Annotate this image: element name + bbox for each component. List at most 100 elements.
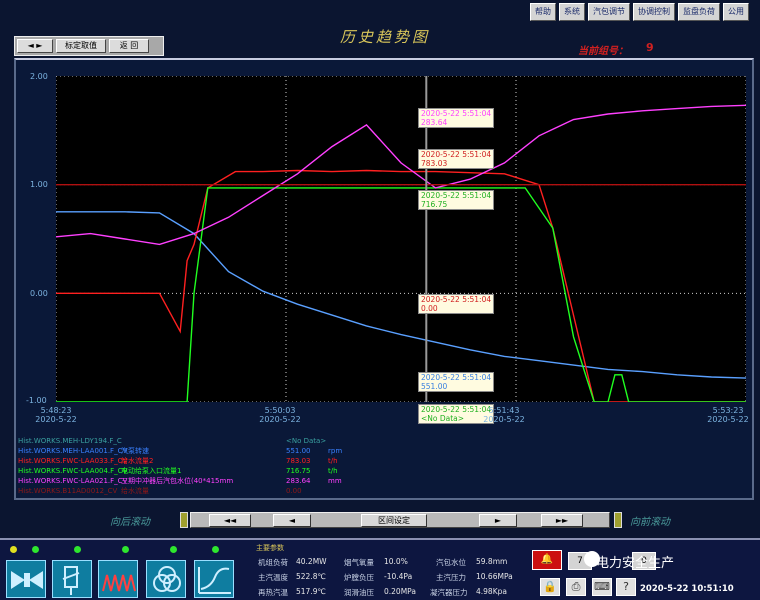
transformer-icon[interactable] bbox=[146, 560, 186, 598]
nav-arrows-button[interactable]: ◄ ► bbox=[17, 39, 53, 53]
fast-back-button[interactable]: ◄◄ bbox=[209, 514, 251, 527]
param-label: 凝汽器压力 bbox=[430, 588, 468, 597]
scroll-back-label: 向后滚动 bbox=[110, 517, 150, 528]
param-label: 炉膛负压 bbox=[344, 573, 374, 582]
legend-row[interactable]: Hist.WORKS.MEH-LAA001.F_CV 汽泵转速 551.00 r… bbox=[18, 446, 738, 456]
legend-row[interactable]: Hist.WORKS.FWC-LAA021.F_CV 三期中冲器后汽包水位(40… bbox=[18, 476, 738, 486]
callout-value: 783.03 bbox=[421, 159, 448, 168]
nav-common[interactable]: 公用 bbox=[723, 3, 749, 21]
step-forward-button[interactable]: ► bbox=[479, 514, 517, 527]
bookmark-button[interactable]: 标定取值 bbox=[56, 39, 106, 53]
turbine-icon[interactable] bbox=[6, 560, 46, 598]
step-back-button[interactable]: ◄ bbox=[273, 514, 311, 527]
status-indicator-icon bbox=[10, 546, 17, 553]
series-line bbox=[56, 211, 746, 379]
legend-desc: 给水流量2 bbox=[121, 457, 154, 465]
param-value: 522.8℃ bbox=[296, 572, 326, 581]
nav-system[interactable]: 系统 bbox=[559, 3, 585, 21]
group-label: 当前组号： bbox=[578, 46, 628, 57]
x-tick-label: 5:53:23 2020-5-22 bbox=[707, 406, 749, 424]
nav-help[interactable]: 帮助 bbox=[530, 3, 556, 21]
scroll-controls: 向后滚动 ◄◄ ◄ 区间设定 ► ►► 向前滚动 bbox=[110, 508, 690, 530]
legend-row[interactable]: Hist.WORKS.MEH-LDY194.F_C <No Data> bbox=[18, 436, 738, 446]
lock-icon[interactable]: 🔒 bbox=[540, 578, 560, 596]
series-line bbox=[56, 104, 746, 246]
param-label: 主汽压力 bbox=[436, 573, 466, 582]
y-tick-label: -1.00 bbox=[26, 396, 47, 405]
scroll-forward-label: 向前滚动 bbox=[630, 517, 670, 528]
param-label: 主汽温度 bbox=[258, 573, 288, 582]
legend-desc: 汽泵转速 bbox=[121, 447, 149, 455]
y-tick-label: 0.00 bbox=[30, 289, 48, 298]
cursor-callout: 2020-5-22 5:51:04 716.75 bbox=[418, 190, 495, 210]
param-label: 再热汽温 bbox=[258, 588, 288, 597]
x-tick-label: 5:51:43 2020-5-22 bbox=[483, 406, 525, 424]
page-title: 历史趋势图 bbox=[339, 28, 430, 46]
callout-time: 2020-5-22 5:51:04 bbox=[421, 373, 492, 382]
y-tick-label: 1.00 bbox=[30, 180, 48, 189]
nav-coordination[interactable]: 协调控制 bbox=[633, 3, 675, 21]
status-indicator-icon bbox=[122, 546, 129, 553]
back-button[interactable]: 返 回 bbox=[109, 39, 149, 53]
fast-forward-button[interactable]: ►► bbox=[541, 514, 583, 527]
param-label: 润滑油压 bbox=[344, 588, 374, 597]
param-value: -10.4Pa bbox=[384, 572, 413, 581]
legend-row[interactable]: Hist.WORKS.B11AD0012_CV 给水流量 0.00 bbox=[18, 486, 738, 496]
status-indicator-icon bbox=[32, 546, 39, 553]
legend-unit: t/h bbox=[328, 467, 338, 475]
status-indicator-icon bbox=[170, 546, 177, 553]
param-value: 40.2MW bbox=[296, 557, 327, 566]
trend-toolbar: ◄ ► 标定取值 返 回 bbox=[14, 36, 164, 56]
status-indicator-icon bbox=[74, 546, 81, 553]
param-label: 机组负荷 bbox=[258, 558, 288, 567]
legend-unit: t/h bbox=[328, 457, 338, 465]
clock: 2020-5-22 10:51:10 bbox=[640, 584, 734, 594]
range-set-button[interactable]: 区间设定 bbox=[361, 514, 427, 527]
callout-time: 2020-5-22 5:51:04 bbox=[421, 295, 492, 304]
callout-value: 0.00 bbox=[421, 304, 438, 313]
series-line bbox=[56, 187, 746, 402]
legend-row[interactable]: Hist.WORKS.FWC-LAA033.F_CV 给水流量2 783.03 … bbox=[18, 456, 738, 466]
top-nav: 帮助 系统 汽包调节 协调控制 监盘负荷 公用 bbox=[530, 3, 749, 21]
legend-value: 783.03 bbox=[286, 457, 311, 465]
callout-value: 283.64 bbox=[421, 118, 448, 127]
help-icon[interactable]: ? bbox=[616, 578, 636, 596]
trend-icon[interactable] bbox=[194, 560, 234, 598]
param-value: 517.9℃ bbox=[296, 587, 326, 596]
legend-value: 716.75 bbox=[286, 467, 311, 475]
callout-value: 551.00 bbox=[421, 382, 448, 391]
legend-unit: rpm bbox=[328, 447, 343, 455]
cursor-callout: 2020-5-22 5:51:04 0.00 bbox=[418, 294, 495, 314]
cursor-callout: 2020-5-22 5:51:04 283.64 bbox=[418, 108, 495, 128]
boiler-icon[interactable] bbox=[52, 560, 92, 598]
y-tick-label: 2.00 bbox=[30, 72, 48, 81]
params-title: 主要参数 bbox=[256, 544, 284, 552]
trend-chart bbox=[56, 76, 746, 402]
trend-plot[interactable]: 2020-5-22 5:51:04 283.64 2020-5-22 5:51:… bbox=[56, 76, 746, 424]
cursor-callout: 2020-5-22 5:51:04 783.03 bbox=[418, 149, 495, 169]
scroll-end-marker bbox=[614, 512, 622, 528]
scroll-track: ◄◄ ◄ 区间设定 ► ►► bbox=[190, 512, 610, 528]
callout-time: 2020-5-22 5:51:04 bbox=[421, 150, 492, 159]
callout-value: 716.75 bbox=[421, 200, 448, 209]
x-tick-label: 5:50:03 2020-5-22 bbox=[259, 406, 301, 424]
trend-panel: 2.00 1.00 0.00 -1.00 2020-5-22 5:51:04 2… bbox=[14, 58, 754, 500]
cursor-callout: 2020-5-22 5:51:04 551.00 bbox=[418, 372, 495, 392]
legend-value: <No Data> bbox=[286, 437, 327, 445]
printer-icon[interactable]: ⎙ bbox=[566, 578, 586, 596]
keyboard-icon[interactable]: ⌨ bbox=[592, 578, 612, 596]
series-line bbox=[56, 169, 746, 402]
legend-value: 283.64 bbox=[286, 477, 311, 485]
legend-desc: 电动给泵入口流量1 bbox=[121, 467, 182, 475]
param-label: 汽包水位 bbox=[436, 558, 466, 567]
nav-load[interactable]: 监盘负荷 bbox=[678, 3, 720, 21]
x-tick-label: 5:48:23 2020-5-22 bbox=[35, 406, 77, 424]
trend-legend: Hist.WORKS.MEH-LDY194.F_C <No Data> Hist… bbox=[18, 436, 738, 496]
alarm-button[interactable]: 🔔 bbox=[532, 550, 562, 570]
nav-drum[interactable]: 汽包调节 bbox=[588, 3, 630, 21]
pump-icon[interactable] bbox=[98, 560, 138, 598]
legend-row[interactable]: Hist.WORKS.FWC-LAA004.F_CV 电动给泵入口流量1 716… bbox=[18, 466, 738, 476]
group-value: 9 bbox=[646, 41, 654, 54]
legend-desc: 给水流量 bbox=[121, 487, 149, 495]
param-label: 烟气氧量 bbox=[344, 558, 374, 567]
